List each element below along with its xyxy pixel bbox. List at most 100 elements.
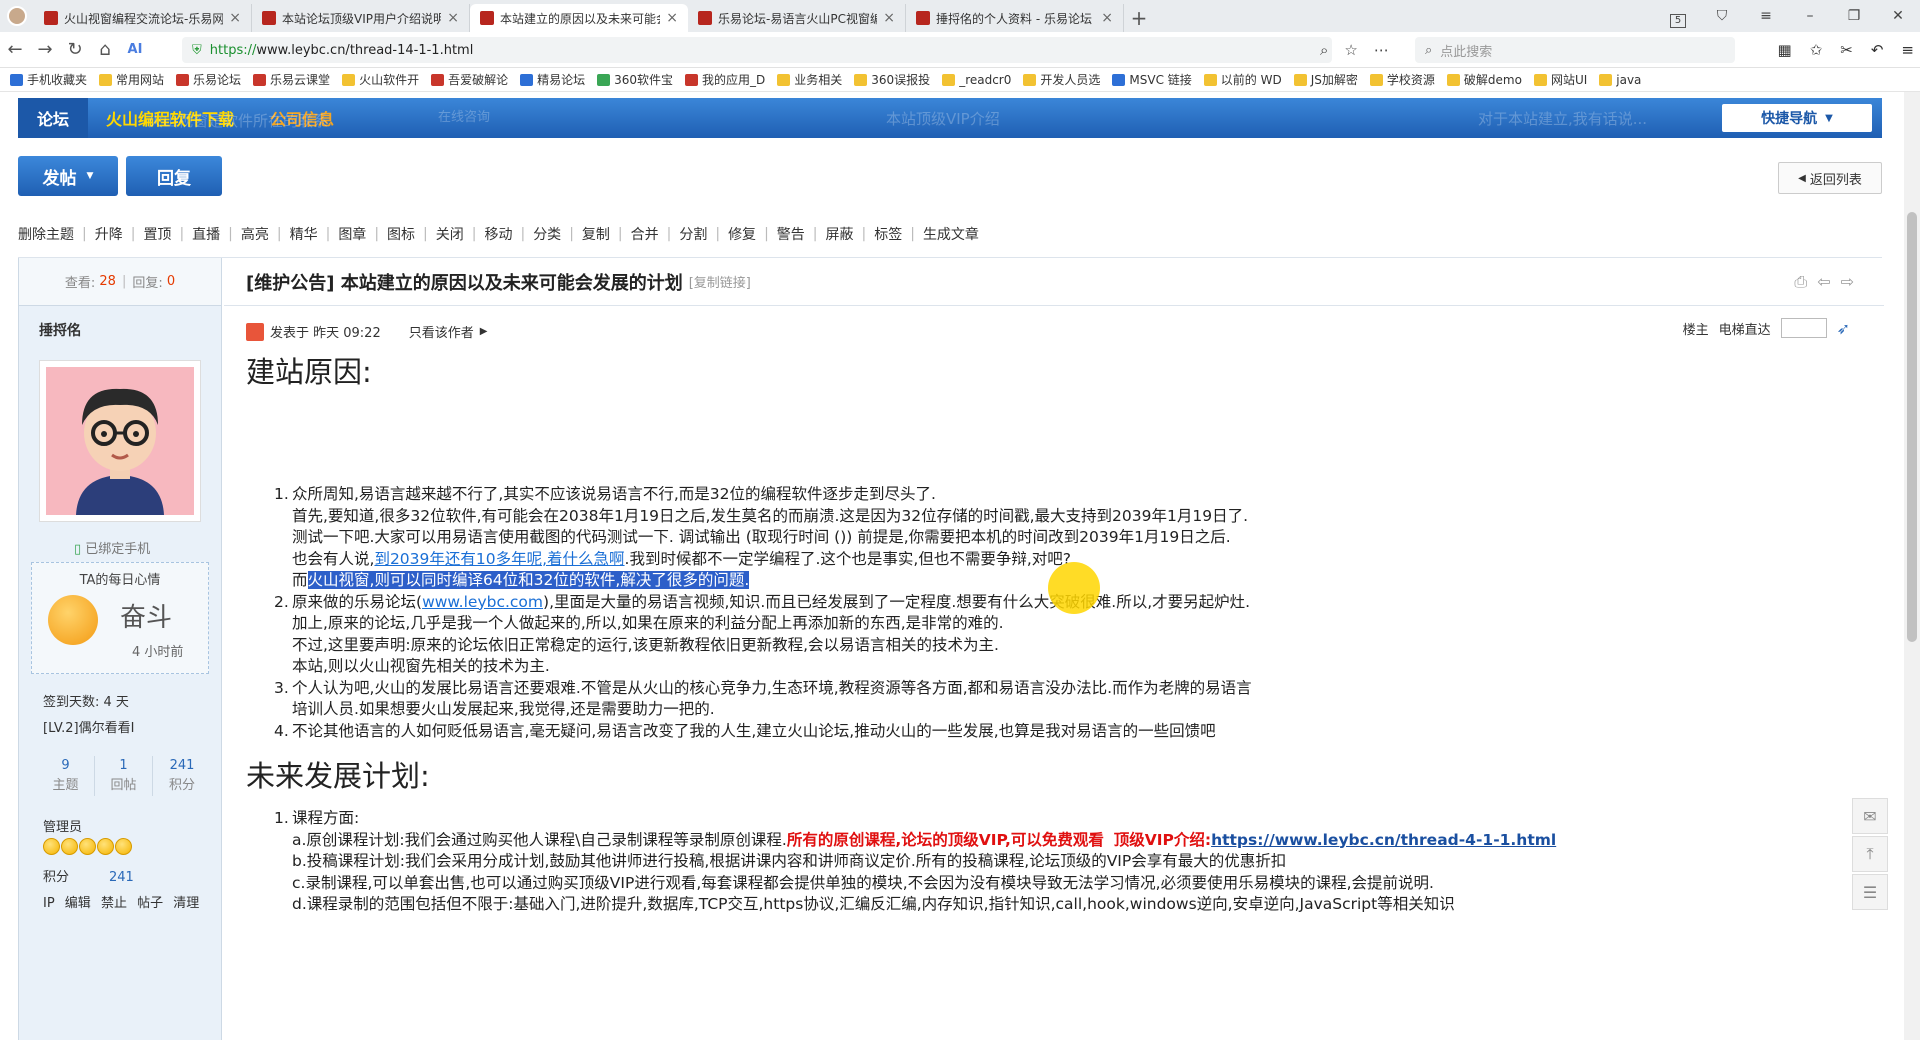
browser-tab[interactable]: 乐易论坛-易语言火山PC视窗编程 ×	[688, 4, 906, 32]
back-icon[interactable]: ←	[0, 39, 30, 60]
bookmark-item[interactable]: 吾爱破解论	[431, 71, 508, 88]
comment-icon[interactable]: ✉	[1852, 798, 1888, 834]
zoom-icon[interactable]: ⌕	[1320, 41, 1328, 59]
profile-avatar[interactable]	[0, 0, 34, 32]
next-thread-icon[interactable]: ⇨	[1841, 272, 1854, 292]
url-field[interactable]: ⛨ https://www.leybc.cn/thread-14-1-1.htm…	[182, 37, 1332, 63]
vip-intro-link[interactable]: https://www.leybc.cn/thread-4-1-1.html	[1211, 831, 1556, 849]
back-to-top-icon[interactable]: ⤒	[1852, 836, 1888, 872]
leybc-com-link[interactable]: www.leybc.com	[422, 593, 543, 611]
stat-posts[interactable]: 1 回帖	[95, 756, 153, 796]
more-icon[interactable]: ⋯	[1374, 41, 1389, 59]
mod-tool-item[interactable]: 升降	[95, 224, 123, 244]
bookmark-item[interactable]: 破解demo	[1446, 71, 1522, 88]
bookmark-item[interactable]: 手机收藏夹	[10, 71, 87, 88]
close-tab-icon[interactable]: ×	[883, 10, 895, 26]
mod-tool-item[interactable]: 分割	[679, 224, 707, 244]
inline-link[interactable]: 到2039年还有10多年呢,着什么急啊	[374, 550, 624, 568]
stat-credits[interactable]: 241 积分	[153, 756, 211, 796]
home-icon[interactable]: ⌂	[90, 39, 120, 60]
only-author-link[interactable]: 只看该作者	[409, 322, 474, 341]
mod-tool-item[interactable]: 屏蔽	[826, 224, 854, 244]
browser-tab[interactable]: 捶捋佲的个人资料 - 乐易论坛 ×	[906, 4, 1124, 32]
bookmark-item[interactable]: 乐易论坛	[176, 71, 241, 88]
bookmark-item[interactable]: JS加解密	[1293, 71, 1358, 88]
back-to-list-button[interactable]: ◀ 返回列表	[1778, 162, 1882, 194]
mod-tool-item[interactable]: 置顶	[143, 224, 171, 244]
ai-icon[interactable]: AI	[120, 42, 150, 57]
close-tab-icon[interactable]: ×	[666, 10, 678, 26]
bookmark-item[interactable]: 360误报投	[854, 71, 930, 88]
mod-tool-item[interactable]: 关闭	[436, 224, 464, 244]
mod-tool-item[interactable]: 标签	[874, 224, 902, 244]
favorites-icon[interactable]: ✩	[1810, 41, 1823, 59]
reply-button[interactable]: 回复	[126, 156, 222, 196]
menu-icon[interactable]: ≡	[1901, 41, 1914, 59]
forward-icon[interactable]: →	[30, 39, 60, 60]
bookmark-item[interactable]: 网站UI	[1533, 71, 1587, 88]
nav-forum-home[interactable]: 论坛	[18, 98, 88, 138]
mod-tool-item[interactable]: 图章	[338, 224, 366, 244]
bookmark-item[interactable]: 以前的 WD	[1203, 71, 1282, 88]
minimize-icon[interactable]: –	[1788, 0, 1832, 32]
browser-tab[interactable]: 本站论坛顶级VIP用户介绍说明 ×	[252, 4, 470, 32]
menu-icon[interactable]: ≡	[1744, 0, 1788, 32]
apps-grid-icon[interactable]: ▦	[1778, 41, 1792, 59]
mod-tool-item[interactable]: 修复	[728, 224, 756, 244]
close-tab-icon[interactable]: ×	[447, 10, 459, 26]
mod-tool-item[interactable]: 图标	[387, 224, 415, 244]
author-level[interactable]: [LV.2]偶尔看看I	[43, 716, 134, 742]
admin-links[interactable]: IP 编辑 禁止 帖子 清理	[43, 892, 199, 911]
mod-tool-item[interactable]: 高亮	[241, 224, 269, 244]
author-name[interactable]: 捶捋佲	[19, 306, 221, 340]
bookmark-item[interactable]: 火山软件开	[342, 71, 419, 88]
bookmark-item[interactable]: 学校资源	[1369, 71, 1435, 88]
browser-tab-active[interactable]: 本站建立的原因以及未来可能会发展×	[470, 4, 688, 32]
quick-nav-button[interactable]: 快捷导航 ▼	[1722, 104, 1872, 132]
close-tab-icon[interactable]: ×	[229, 10, 241, 26]
bookmark-item[interactable]: MSVC 链接	[1112, 71, 1192, 88]
bookmark-item[interactable]: 我的应用_D	[685, 71, 765, 88]
copy-link[interactable]: [复制链接]	[689, 272, 751, 291]
close-window-icon[interactable]: ✕	[1876, 0, 1920, 32]
bookmark-item[interactable]: _readcr0	[942, 73, 1011, 87]
bookmark-item[interactable]: 开发人员选	[1023, 71, 1100, 88]
mod-tool-item[interactable]: 生成文章	[923, 224, 979, 244]
scissors-icon[interactable]: ✂	[1840, 41, 1853, 59]
vertical-scrollbar[interactable]	[1904, 92, 1920, 1040]
close-tab-icon[interactable]: ×	[1101, 10, 1113, 26]
reload-icon[interactable]: ↻	[60, 39, 90, 60]
bookmark-item[interactable]: 乐易云课堂	[253, 71, 330, 88]
undo-icon[interactable]: ↶	[1871, 41, 1884, 59]
bookmark-item[interactable]: 常用网站	[99, 71, 164, 88]
mod-tool-item[interactable]: 移动	[484, 224, 512, 244]
bookmark-item[interactable]: 业务相关	[777, 71, 842, 88]
prev-thread-icon[interactable]: ⇦	[1817, 272, 1830, 292]
list-icon[interactable]: ☰	[1852, 874, 1888, 910]
star-icon[interactable]: ☆	[1344, 41, 1357, 59]
restore-icon[interactable]: ❐	[1832, 0, 1876, 32]
new-tab-button[interactable]: +	[1124, 4, 1154, 32]
scrollbar-thumb[interactable]	[1907, 212, 1917, 642]
search-input[interactable]: ⌕ 点此搜索	[1415, 37, 1735, 63]
mod-tool-item[interactable]: 删除主题	[18, 224, 74, 244]
window-count-badge[interactable]: 5	[1656, 0, 1700, 32]
bookmark-item[interactable]: 精易论坛	[520, 71, 585, 88]
mod-tool-item[interactable]: 警告	[777, 224, 805, 244]
bookmark-item[interactable]: java	[1599, 73, 1641, 87]
go-arrow-icon[interactable]: ➶	[1837, 319, 1850, 338]
new-post-button[interactable]: 发帖 ▼	[18, 156, 118, 196]
user-group[interactable]: 管理员	[43, 816, 82, 835]
floor-jump-input[interactable]	[1780, 318, 1827, 338]
bookmark-item[interactable]: 360软件宝	[597, 71, 673, 88]
mod-tool-item[interactable]: 精华	[290, 224, 318, 244]
avatar[interactable]	[39, 360, 201, 522]
print-icon[interactable]: ⎙	[1794, 272, 1807, 292]
stat-topics[interactable]: 9 主题	[37, 756, 95, 796]
mod-tool-item[interactable]: 复制	[582, 224, 610, 244]
mod-tool-item[interactable]: 分类	[533, 224, 561, 244]
shirt-icon[interactable]: ⛉	[1700, 0, 1744, 32]
mod-tool-item[interactable]: 合并	[631, 224, 659, 244]
browser-tab[interactable]: 火山视窗编程交流论坛-乐易网 ×	[34, 4, 252, 32]
mod-tool-item[interactable]: 直播	[192, 224, 220, 244]
